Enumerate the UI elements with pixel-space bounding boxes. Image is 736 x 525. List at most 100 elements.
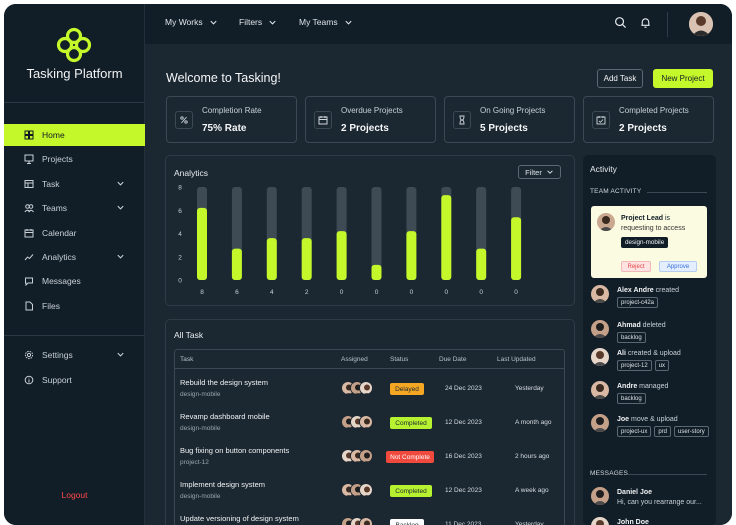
menu-my-works[interactable]: My Works [165, 17, 218, 27]
tasks-title: All Task [174, 330, 204, 340]
table-row[interactable]: Bug fixing on button components project-… [175, 441, 564, 475]
x-tick-label: 0 [444, 289, 448, 296]
sidebar-item-messages[interactable]: Messages [4, 270, 145, 292]
sidebar-item-teams[interactable]: Teams [4, 197, 145, 219]
divider [4, 335, 145, 336]
y-tick-label: 6 [178, 208, 182, 215]
stat-value: 2 Projects [341, 123, 389, 134]
activity-tag[interactable]: ux [654, 360, 670, 371]
assignee-group[interactable] [341, 415, 381, 431]
x-tick-label: 0 [514, 289, 518, 296]
calendar-icon [24, 228, 34, 238]
assignee-group[interactable] [341, 483, 381, 499]
activity-tag[interactable]: user-story [674, 426, 709, 437]
bar[interactable] [441, 195, 452, 280]
access-request-card: Project Lead is requesting to access des… [591, 206, 707, 278]
stat-card[interactable]: Completion Rate 75% Rate [166, 96, 297, 143]
table-row[interactable]: Rebuild the design system design-mobile … [175, 373, 564, 407]
sidebar-item-label: Home [42, 130, 65, 140]
menu-my-teams[interactable]: My Teams [299, 17, 353, 27]
files-icon [25, 301, 33, 311]
sidebar-item-home[interactable]: Home [4, 124, 145, 146]
activity-item: Joe move & upload project-ux prd user-stor… [591, 414, 711, 444]
bar[interactable] [511, 217, 522, 280]
sidebar-item-calendar[interactable]: Calendar [4, 222, 145, 244]
bar[interactable] [406, 231, 417, 280]
task-name: Rebuild the design system [180, 378, 268, 387]
tasks-table: Task Assigned Status Due Date Last Updat… [174, 349, 565, 525]
last-updated: A week ago [515, 487, 549, 494]
reject-button[interactable]: Reject [621, 261, 651, 272]
search-icon[interactable] [614, 16, 627, 29]
new-project-button[interactable]: New Project [653, 69, 713, 88]
bar[interactable] [476, 248, 487, 280]
bar[interactable] [371, 264, 382, 280]
bar[interactable] [231, 248, 242, 280]
sidebar-item-label: Teams [42, 203, 68, 214]
chevron-down-icon [117, 352, 124, 357]
stat-card[interactable]: Completed Projects 2 Projects [583, 96, 714, 143]
activity-item: Ahmad deleted backlog [591, 320, 711, 350]
activity-tag[interactable]: backlog [617, 393, 646, 404]
message-item[interactable]: John Doe [591, 517, 711, 525]
task-name: Bug fixing on button components [180, 446, 290, 455]
avatar [591, 320, 609, 338]
add-task-button[interactable]: Add Task [597, 69, 643, 88]
y-tick-label: 0 [178, 278, 182, 285]
menu-filters[interactable]: Filters [239, 17, 277, 27]
approve-button[interactable]: Approve [659, 261, 697, 272]
activity-tag[interactable]: project-c42a [617, 297, 659, 308]
bar[interactable] [266, 238, 277, 280]
stat-card[interactable]: Overdue Projects 2 Projects [305, 96, 436, 143]
status-badge: Backlog [390, 519, 424, 525]
sidebar-item-settings[interactable]: Settings [4, 344, 145, 366]
sidebar-item-files[interactable]: Files [4, 295, 145, 317]
table-row[interactable]: Implement design system design-mobile Co… [175, 475, 564, 509]
sidebar-item-label: Messages [42, 276, 81, 287]
logout-button[interactable]: Logout [4, 490, 145, 500]
bell-icon[interactable] [639, 16, 652, 29]
column-header: Due Date [439, 356, 467, 363]
calendar-check-icon [592, 111, 610, 129]
request-verb: is [663, 215, 671, 222]
stat-card[interactable]: On Going Projects 5 Projects [444, 96, 575, 143]
project-tag[interactable]: design-mobile [621, 237, 669, 248]
table-row[interactable]: Update versioning of design system Backl… [175, 509, 564, 525]
user-avatar[interactable] [689, 12, 713, 36]
activity-text: Andre managed [617, 383, 668, 390]
y-tick-label: 4 [178, 231, 182, 238]
stat-label: On Going Projects [480, 106, 546, 115]
bar[interactable] [336, 231, 347, 280]
avatar [591, 285, 609, 303]
assignee-group[interactable] [341, 517, 381, 525]
analytics-icon [24, 254, 34, 261]
assignee-group[interactable] [341, 449, 381, 465]
avatar [591, 381, 609, 399]
activity-tag[interactable]: project-ux [617, 426, 652, 437]
sidebar-item-analytics[interactable]: Analytics [4, 246, 145, 268]
message-item[interactable]: Daniel Joe Hi, can you rearrange our... [591, 487, 711, 511]
sidebar-item-projects[interactable]: Projects [4, 148, 145, 170]
activity-user: Ahmad [617, 322, 641, 329]
x-tick-label: 0 [410, 289, 414, 296]
assignee-group[interactable] [341, 381, 381, 397]
due-date: 24 Dec 2023 [445, 385, 482, 392]
activity-tag[interactable]: prd [654, 426, 672, 437]
avatar [359, 449, 373, 463]
task-project: design-mobile [180, 425, 221, 432]
task-name: Update versioning of design system [180, 514, 299, 523]
activity-tag[interactable]: backlog [617, 332, 646, 343]
divider [627, 474, 707, 475]
bar[interactable] [197, 207, 207, 280]
avatar [591, 348, 609, 366]
table-row[interactable]: Revamp dashboard mobile design-mobile Co… [175, 407, 564, 441]
avatar [591, 414, 609, 432]
bar[interactable] [301, 238, 312, 280]
activity-panel: Activity TEAM ACTIVITY Project Lead is r… [583, 155, 716, 525]
tasks-panel: All Task Task Assigned Status Due Date L… [165, 319, 575, 525]
logo-icon [56, 27, 92, 63]
activity-tag[interactable]: project-12 [617, 360, 652, 371]
sidebar-item-task[interactable]: Task [4, 173, 145, 195]
stat-label: Overdue Projects [341, 106, 403, 115]
sidebar-item-support[interactable]: Support [4, 369, 145, 391]
